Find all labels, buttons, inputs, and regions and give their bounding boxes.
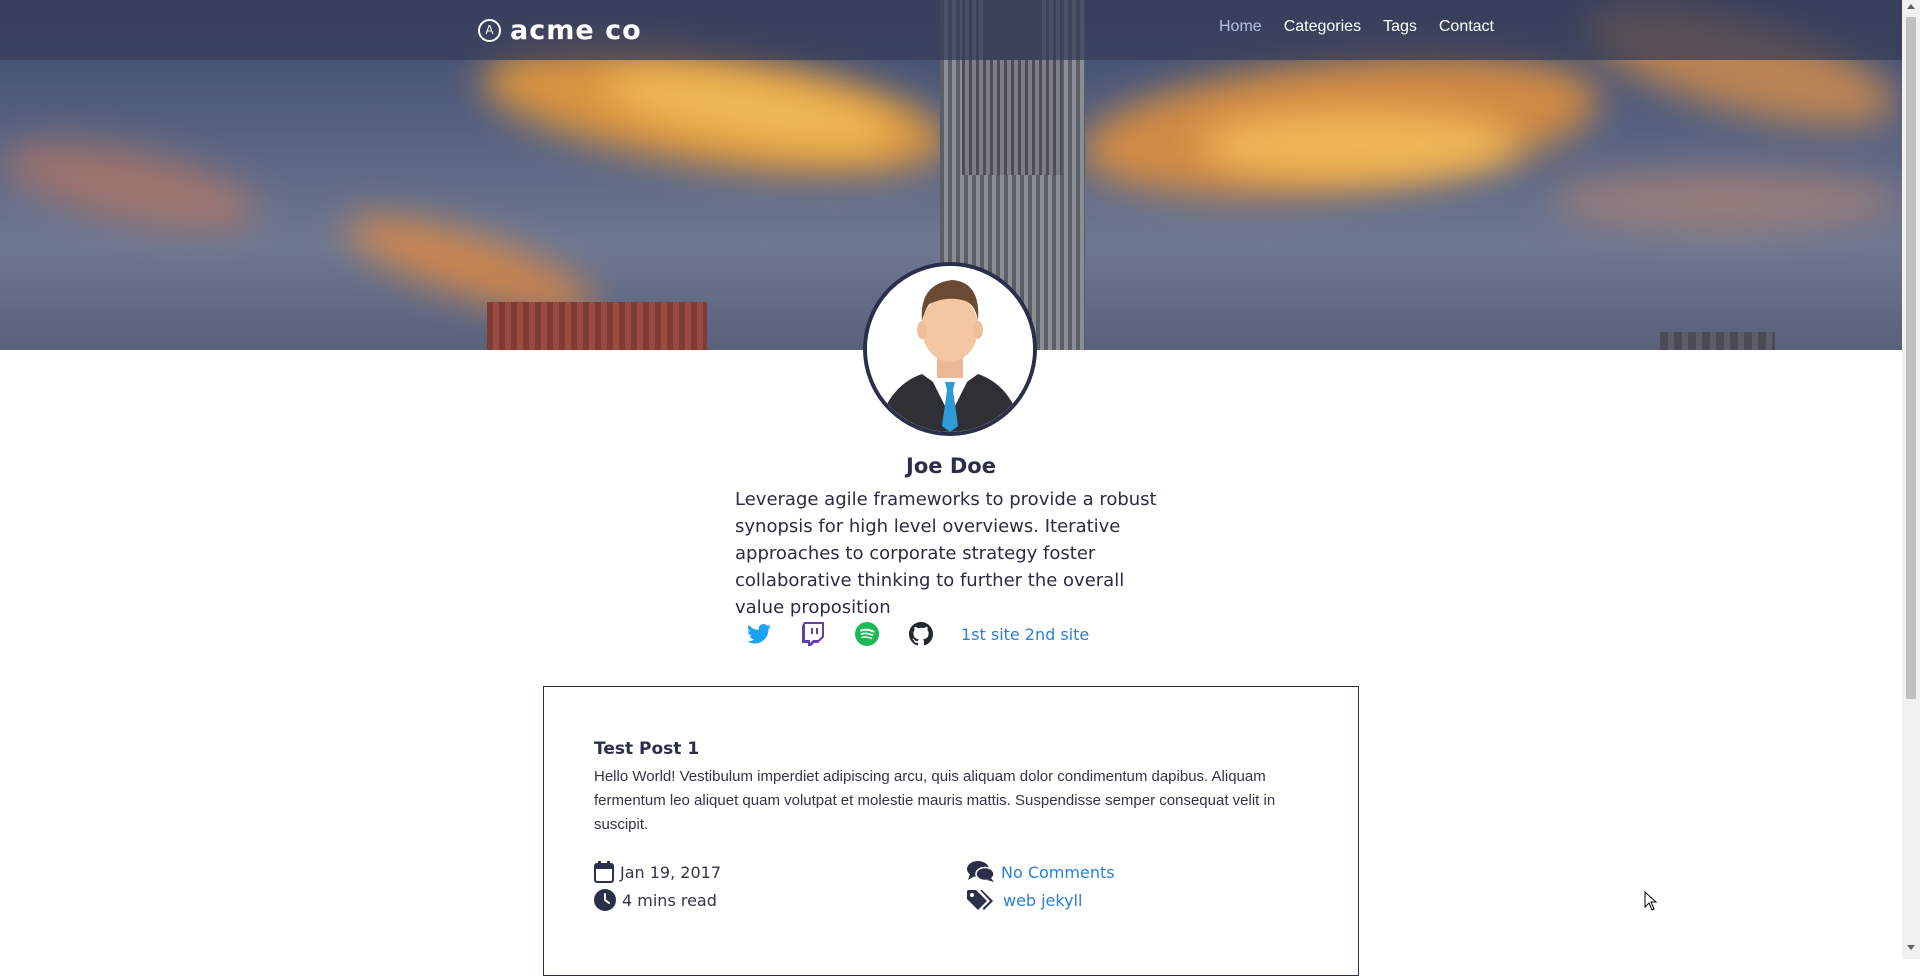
tag-web[interactable]: web [1003,891,1036,910]
nav-contact[interactable]: Contact [1439,18,1494,36]
page-scrollbar[interactable] [1902,0,1920,959]
post-title[interactable]: Test Post 1 [594,739,699,759]
comments-icon [967,861,995,882]
tags-icon [967,890,993,910]
site-link-2[interactable]: 2nd site [1025,625,1089,644]
navbar: A acme co Home Categories Tags Contact [0,0,1902,60]
profile-bio: Leverage agile frameworks to provide a r… [735,489,1157,618]
nav-home[interactable]: Home [1219,18,1262,36]
site-logo[interactable]: A acme co [478,14,642,46]
avatar [863,262,1037,436]
post-date: Jan 19, 2017 [594,861,721,883]
site-link-1[interactable]: 1st site [961,625,1020,644]
spotify-icon[interactable] [853,620,881,648]
social-links: 1st site 2nd site [745,620,1094,648]
post-card: Test Post 1 Hello World! Vestibulum impe… [543,686,1359,976]
post-read-time-text: 4 mins read [622,890,717,910]
profile-name: Joe Doe [906,454,996,478]
scroll-down-arrow-icon[interactable] [1907,945,1915,950]
calendar-icon [594,861,614,883]
github-icon[interactable] [907,620,935,648]
clock-icon [594,889,616,911]
twitch-icon[interactable] [799,620,827,648]
building-left [487,302,707,350]
twitter-icon[interactable] [745,620,773,648]
post-read-time: 4 mins read [594,889,717,911]
post-date-text: Jan 19, 2017 [620,862,721,882]
building-right [1660,332,1775,350]
mouse-cursor-icon [1644,890,1658,915]
tag-jekyll[interactable]: jekyll [1041,891,1082,910]
scroll-thumb[interactable] [1906,17,1916,699]
logo-mark: A [478,18,501,42]
post-excerpt: Hello World! Vestibulum imperdiet adipis… [594,768,1276,833]
nav-links: Home Categories Tags Contact [1219,18,1494,36]
post-comments-link[interactable]: No Comments [1001,863,1115,882]
logo-text: acme co [510,14,642,46]
nav-categories[interactable]: Categories [1284,18,1361,36]
nav-tags[interactable]: Tags [1383,18,1417,36]
scroll-up-arrow-icon[interactable] [1907,4,1915,9]
post-tags: web jekyll [967,889,1082,911]
post-comments: No Comments [967,861,1115,883]
